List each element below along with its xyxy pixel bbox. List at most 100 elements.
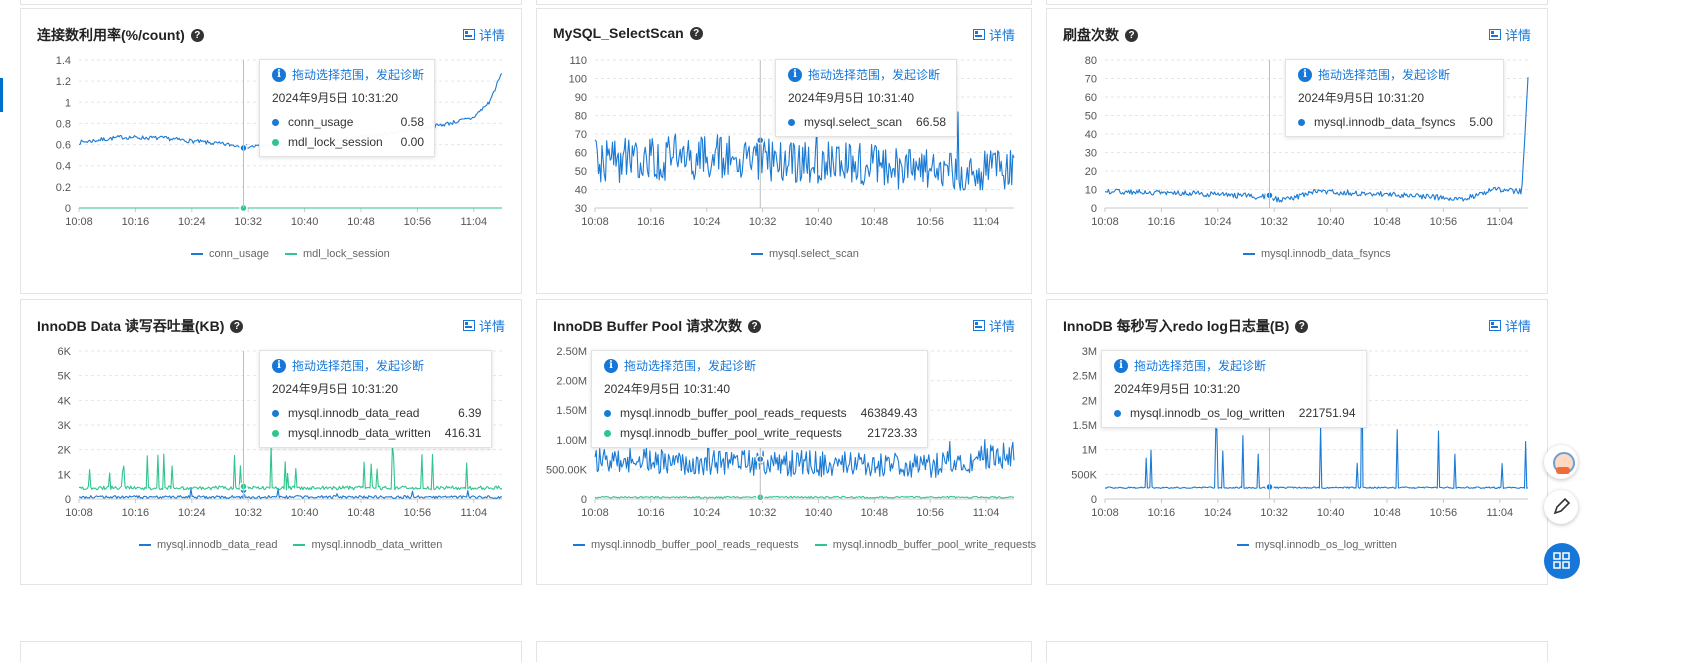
legend-label: conn_usage xyxy=(209,248,269,260)
x-tick-label: 10:56 xyxy=(916,216,944,228)
tooltip-time: 2024年9月5日 10:31:20 xyxy=(272,382,399,396)
x-tick-label: 10:08 xyxy=(65,507,93,519)
y-tick-label: 5K xyxy=(58,371,72,383)
info-icon: i xyxy=(1298,67,1312,82)
info-icon: i xyxy=(272,67,286,82)
chart-panel-buffer-pool: InnoDB Buffer Pool 请求次数? 详情 0 500.00K 1.00M 1… xyxy=(536,299,1036,585)
x-tick-label: 10:40 xyxy=(805,216,833,228)
x-tick-label: 10:48 xyxy=(347,216,375,228)
y-tick-label: 2K xyxy=(58,445,72,457)
y-tick-label: 0.6 xyxy=(56,140,71,152)
series-dot xyxy=(1298,118,1305,126)
assistant-avatar-button[interactable] xyxy=(1544,445,1578,479)
chart-legend: mysql.innodb_buffer_pool_reads_requests m… xyxy=(573,539,1036,551)
tooltip-time: 2024年9月5日 10:31:20 xyxy=(1298,91,1425,105)
y-tick-label: 1.2 xyxy=(56,76,71,88)
line-chart[interactable]: 0 500K 1M 1.5M 2M 2.5M 3M 10:08 10:16 10:24 10:32 1… xyxy=(1047,300,1549,580)
series-dot xyxy=(272,138,279,146)
series-dot xyxy=(604,429,611,437)
x-tick-label: 10:16 xyxy=(1148,507,1176,519)
hover-tooltip: i 拖动选择范围，发起诊断 2024年9月5日 10:31:40 mysql.sele… xyxy=(775,59,958,137)
x-tick-label: 11:04 xyxy=(973,507,1000,519)
line-chart[interactable]: 0 10 20 30 40 50 60 70 80 10:08 10:16 10:24 10:32 10:… xyxy=(1047,9,1549,289)
tooltip-time: 2024年9月5日 10:31:40 xyxy=(788,91,915,105)
legend-item[interactable]: mdl_lock_session xyxy=(284,248,390,260)
hover-tooltip: i 拖动选择范围，发起诊断 2024年9月5日 10:31:20 mysql.inno… xyxy=(1101,350,1367,428)
y-tick-label: 2.5M xyxy=(1073,371,1097,383)
tooltip-hint[interactable]: i 拖动选择范围，发起诊断 xyxy=(788,66,946,83)
legend-item[interactable]: mysql.innodb_data_read xyxy=(139,539,277,551)
x-tick-label: 10:08 xyxy=(65,216,93,228)
line-chart[interactable]: 30 40 50 60 70 80 90 100 110 10:08 10:16 10:24 10:32… xyxy=(537,9,1033,289)
info-icon: i xyxy=(1114,358,1128,373)
y-tick-label: 0.2 xyxy=(56,182,71,194)
tooltip-row: conn_usage 0.58 xyxy=(272,114,424,130)
y-tick-label: 110 xyxy=(569,55,587,67)
tooltip-row: mysql.innodb_os_log_written 221751.94 xyxy=(1114,405,1356,421)
tooltip-series-value: 21723.33 xyxy=(867,426,918,440)
tooltip-hint[interactable]: i 拖动选择范围，发起诊断 xyxy=(604,357,917,374)
chart-panel-redo-log: InnoDB 每秒写入redo log日志量(B)? 详情 0 500K 1M 1.5M 2… xyxy=(1046,299,1548,585)
legend-item[interactable]: mysql.innodb_os_log_written xyxy=(1237,539,1397,551)
apps-button[interactable] xyxy=(1544,543,1580,579)
legend-item[interactable]: mysql.innodb_buffer_pool_reads_requests xyxy=(573,539,799,551)
chart-legend: conn_usage mdl_lock_session xyxy=(191,248,390,260)
panel-edge-top xyxy=(20,0,522,5)
tooltip-hint[interactable]: i 拖动选择范围，发起诊断 xyxy=(1114,357,1356,374)
tooltip-hint-text: 拖动选择范围，发起诊断 xyxy=(292,359,425,373)
series-dot xyxy=(272,429,279,437)
legend-item[interactable]: mysql.innodb_data_written xyxy=(293,539,442,551)
x-tick-label: 10:32 xyxy=(234,216,262,228)
y-tick-label: 1.5M xyxy=(1073,420,1097,432)
legend-item[interactable]: conn_usage xyxy=(191,248,269,260)
x-tick-label: 11:04 xyxy=(460,216,487,228)
x-tick-label: 10:48 xyxy=(861,507,889,519)
legend-item[interactable]: mysql.innodb_buffer_pool_write_requests xyxy=(814,539,1036,551)
x-tick-label: 11:04 xyxy=(973,216,1000,228)
x-tick-label: 10:32 xyxy=(749,216,777,228)
chart-legend: mysql.innodb_data_read mysql.innodb_data_… xyxy=(139,539,442,551)
x-tick-label: 10:32 xyxy=(1260,216,1288,228)
y-tick-label: 80 xyxy=(1085,55,1097,67)
y-tick-label: 70 xyxy=(575,129,587,141)
tooltip-hint-text: 拖动选择范围，发起诊断 xyxy=(1134,359,1267,373)
y-tick-label: 30 xyxy=(575,203,587,215)
y-tick-label: 1 xyxy=(65,97,71,109)
series-dot xyxy=(1114,409,1121,417)
panel-edge-top xyxy=(1046,0,1548,5)
y-tick-label: 80 xyxy=(575,111,587,123)
x-tick-label: 10:56 xyxy=(1430,507,1458,519)
pencil-icon xyxy=(1553,497,1571,515)
tooltip-series-label: mysql.innodb_data_read xyxy=(288,406,420,420)
x-tick-label: 10:40 xyxy=(805,507,833,519)
y-tick-label: 1.4 xyxy=(56,55,71,67)
y-tick-label: 30 xyxy=(1085,148,1097,160)
tooltip-row: mysql.innodb_data_read 6.39 xyxy=(272,405,481,421)
hover-tooltip: i 拖动选择范围，发起诊断 2024年9月5日 10:31:20 conn_usage… xyxy=(259,59,436,157)
tooltip-hint[interactable]: i 拖动选择范围，发起诊断 xyxy=(272,357,481,374)
x-tick-label: 10:40 xyxy=(291,216,319,228)
tooltip-hint[interactable]: i 拖动选择范围，发起诊断 xyxy=(272,66,424,83)
edit-button[interactable] xyxy=(1544,490,1578,524)
tooltip-series-label: mysql.select_scan xyxy=(804,115,903,129)
legend-item[interactable]: mysql.select_scan xyxy=(751,248,859,260)
y-tick-label: 20 xyxy=(1085,166,1097,178)
x-tick-label: 10:24 xyxy=(178,216,206,228)
y-tick-label: 0 xyxy=(65,494,71,506)
x-tick-label: 10:16 xyxy=(122,216,150,228)
panel-edge-bottom xyxy=(536,641,1032,662)
x-tick-label: 10:32 xyxy=(1260,507,1288,519)
y-tick-label: 50 xyxy=(1085,111,1097,123)
series-dot xyxy=(272,409,279,417)
x-tick-label: 10:40 xyxy=(1317,507,1345,519)
x-tick-label: 10:24 xyxy=(1204,216,1232,228)
y-tick-label: 100 xyxy=(569,74,587,86)
legend-item[interactable]: mysql.innodb_data_fsyncs xyxy=(1243,248,1391,260)
series-line-mysql-innodb-data-read xyxy=(78,488,503,500)
y-tick-label: 50 xyxy=(575,166,587,178)
y-tick-label: 90 xyxy=(575,92,587,104)
tooltip-hint[interactable]: i 拖动选择范围，发起诊断 xyxy=(1298,66,1493,83)
legend-label: mysql.innodb_buffer_pool_reads_requests xyxy=(591,539,799,551)
x-tick-label: 11:04 xyxy=(460,507,487,519)
series-dot xyxy=(272,118,279,126)
